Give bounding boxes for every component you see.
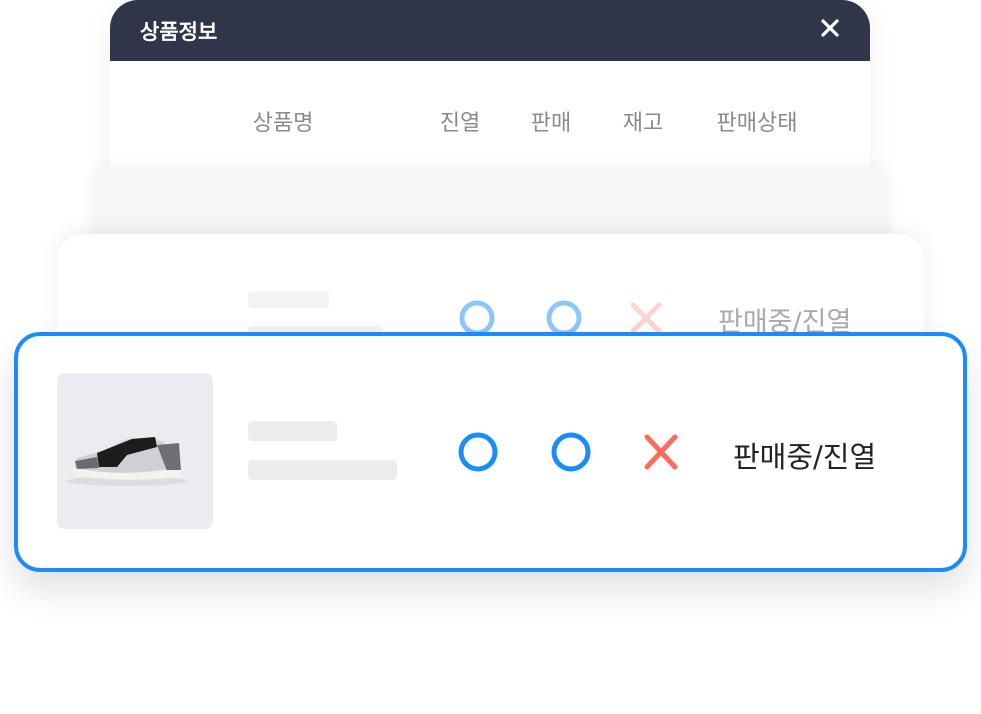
sneaker-product-image: [57, 373, 213, 529]
close-icon[interactable]: [818, 16, 842, 40]
column-header-display: 진열: [439, 111, 481, 136]
product-detail-placeholder: [248, 460, 397, 480]
column-header-product-name: 상품명: [252, 111, 314, 136]
circle-icon-sale: [551, 432, 591, 472]
table-row-selected[interactable]: 판매중/진열: [14, 332, 967, 572]
product-name-placeholder: [248, 421, 337, 441]
circle-icon-display: [459, 300, 495, 336]
sale-status: 판매중/진열: [733, 440, 877, 474]
circle-icon-display: [458, 432, 498, 472]
cross-icon-stock: [644, 434, 678, 470]
circle-icon-sale: [546, 300, 582, 336]
column-header-sale-status: 판매상태: [716, 111, 798, 136]
product-name-placeholder: [248, 291, 329, 308]
modal-header: 상품정보: [110, 0, 870, 61]
column-header-sale: 판매: [530, 111, 572, 136]
column-header-stock: 재고: [622, 111, 664, 136]
cross-icon-stock: [630, 302, 662, 334]
modal-title: 상품정보: [140, 20, 218, 44]
